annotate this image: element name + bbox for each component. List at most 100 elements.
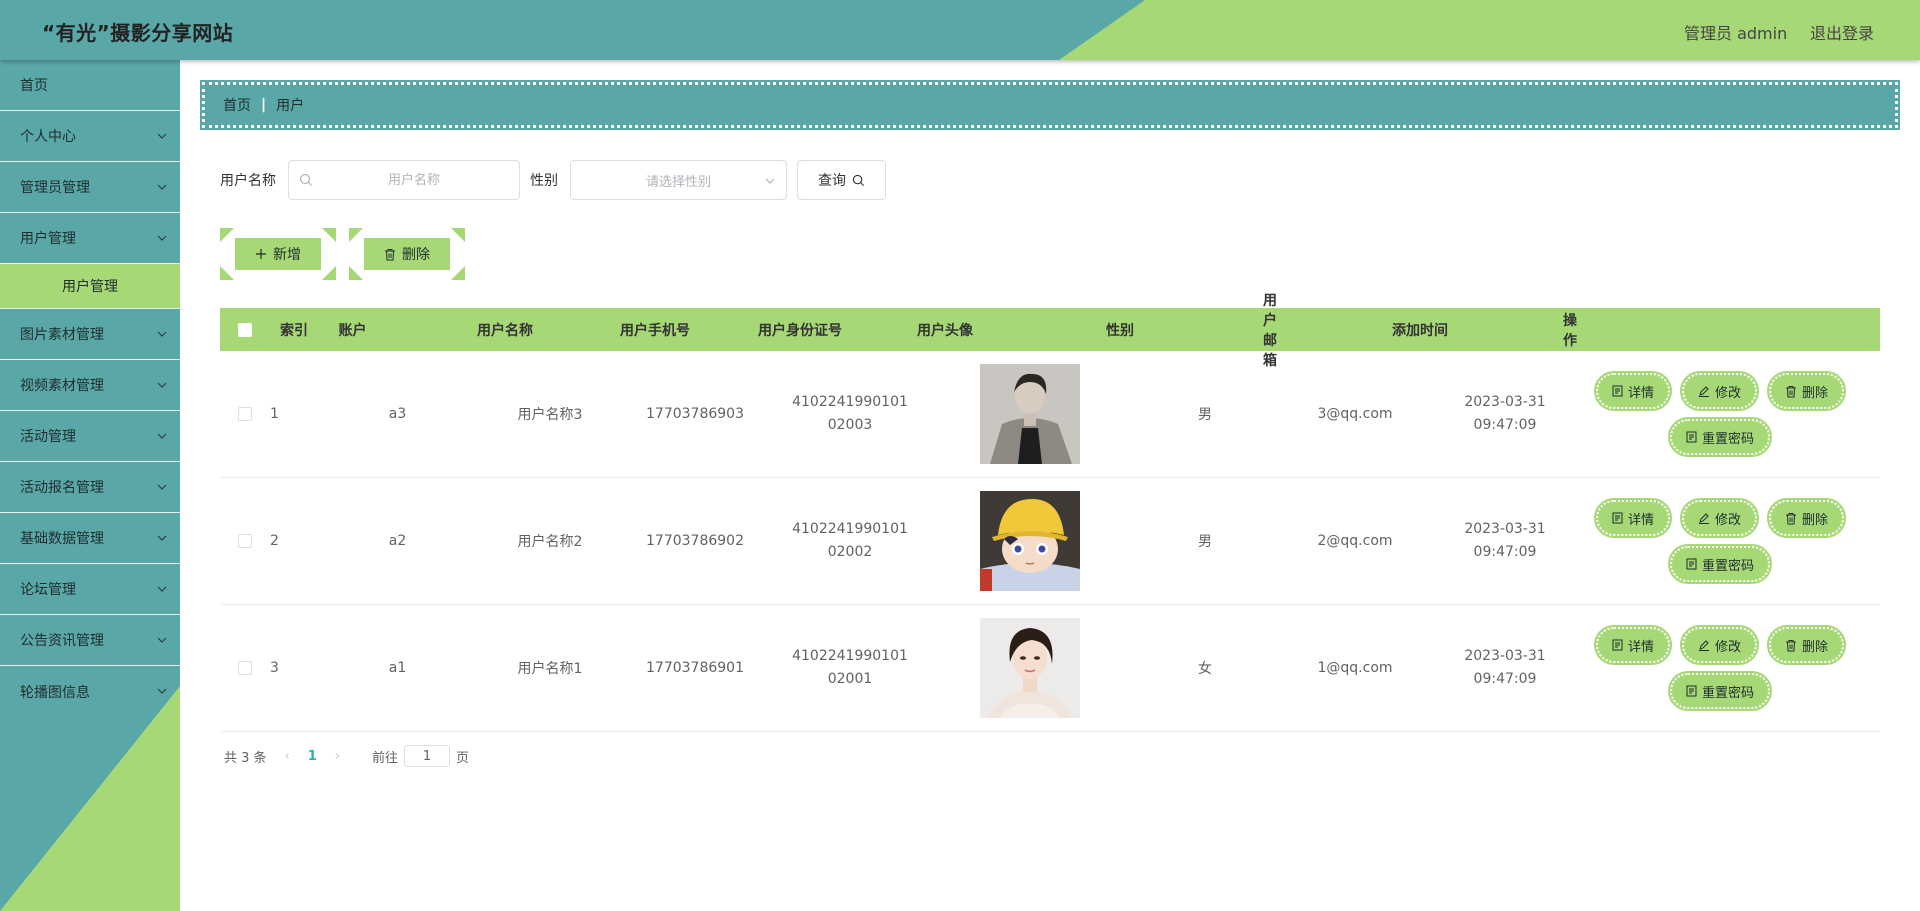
trash-icon (385, 248, 395, 260)
add-button[interactable]: 新增 (220, 228, 336, 280)
cell-idcard: 410224199010102002 (792, 521, 908, 560)
col-account: 账户 (338, 322, 367, 339)
gender-select-placeholder: 请选择性别 (645, 174, 711, 190)
corner-decoration (322, 228, 336, 242)
table-row: 1 a3 用户名称3 17703786903 41022419901010200… (220, 351, 1880, 478)
cell-index: 3 (270, 660, 279, 676)
page-suffix: 页 (456, 750, 470, 766)
sidebar-item-activity[interactable]: 活动管理 (0, 411, 180, 462)
row-checkbox[interactable] (238, 661, 252, 675)
chevron-down-icon (157, 586, 167, 592)
detail-button[interactable]: 详情 (1593, 371, 1672, 411)
search-icon (852, 174, 865, 186)
sidebar-item-label: 活动报名管理 (20, 480, 104, 496)
select-all-checkbox[interactable] (238, 322, 252, 337)
sidebar-item-image-material[interactable]: 图片素材管理 (0, 309, 180, 360)
breadcrumb-separator: | (261, 97, 267, 113)
corner-decoration (451, 266, 465, 280)
edit-icon (1698, 640, 1709, 651)
batch-delete-button-body: 删除 (364, 238, 450, 270)
reset-password-button[interactable]: 重置密码 (1667, 671, 1773, 711)
username-search-label: 用户名称 (220, 173, 276, 189)
sidebar-item-label: 活动管理 (20, 429, 76, 445)
trash-icon (1786, 385, 1796, 397)
row-checkbox[interactable] (238, 407, 252, 421)
sidebar-item-announcements[interactable]: 公告资讯管理 (0, 615, 180, 666)
sidebar-item-admin-management[interactable]: 管理员管理 (0, 162, 180, 213)
cell-gender: 男 (1198, 407, 1212, 423)
next-page-icon[interactable]: › (335, 749, 340, 764)
col-phone: 用户手机号 (620, 322, 690, 339)
table-row: 2 a2 用户名称2 17703786902 41022419901010200… (220, 478, 1880, 605)
sidebar-item-activity-signup[interactable]: 活动报名管理 (0, 462, 180, 513)
chevron-down-icon (157, 133, 167, 139)
prev-page-icon[interactable]: ‹ (285, 749, 290, 764)
sidebar-item-forum[interactable]: 论坛管理 (0, 564, 180, 615)
row-checkbox[interactable] (238, 534, 252, 548)
current-page[interactable]: 1 (308, 749, 317, 764)
delete-button[interactable]: 删除 (1766, 625, 1847, 665)
query-button[interactable]: 查询 (797, 160, 886, 200)
cell-phone: 17703786901 (646, 660, 744, 676)
chevron-down-icon (157, 535, 167, 541)
table-row: 3 a1 用户名称1 17703786901 41022419901010200… (220, 605, 1880, 732)
sidebar-item-home[interactable]: 首页 (0, 60, 180, 111)
detail-button[interactable]: 详情 (1593, 498, 1672, 538)
sidebar-item-carousel[interactable]: 轮播图信息 (0, 666, 180, 717)
sidebar-item-personal-center[interactable]: 个人中心 (0, 111, 180, 162)
add-button-body: 新增 (235, 238, 321, 270)
detail-button-label: 详情 (1627, 512, 1654, 528)
cell-phone: 17703786902 (646, 533, 744, 549)
document-icon (1612, 512, 1623, 524)
pagination: 共 3 条 ‹ 1 › 前往 页 (224, 745, 469, 767)
header-decoration (1059, 0, 1920, 60)
sidebar-item-label: 管理员管理 (20, 180, 90, 196)
breadcrumb-home[interactable]: 首页 (223, 95, 251, 115)
avatar-image[interactable] (980, 364, 1080, 464)
cell-account: a1 (388, 660, 407, 676)
col-time: 添加时间 (1392, 322, 1448, 339)
document-icon (1612, 385, 1623, 397)
sidebar-subitem-user-management[interactable]: 用户管理 (0, 264, 180, 309)
edit-button[interactable]: 修改 (1679, 371, 1760, 411)
sidebar-item-basic-data[interactable]: 基础数据管理 (0, 513, 180, 564)
chevron-down-icon (157, 382, 167, 388)
chevron-down-icon (157, 688, 167, 694)
edit-button[interactable]: 修改 (1679, 498, 1760, 538)
add-button-label: 新增 (273, 247, 301, 263)
chevron-down-icon (765, 178, 775, 184)
row-checkbox-cell (220, 407, 270, 421)
avatar-image[interactable] (980, 491, 1080, 591)
edit-icon (1698, 513, 1709, 524)
reset-password-button[interactable]: 重置密码 (1667, 417, 1773, 457)
reset-password-button-label: 重置密码 (1701, 431, 1754, 447)
avatar-image[interactable] (980, 618, 1080, 718)
cell-time: 2023-03-31 09:47:09 (1464, 521, 1546, 560)
sidebar-decoration (0, 686, 180, 911)
username-search-input[interactable] (319, 161, 509, 199)
gender-select[interactable]: 请选择性别 (570, 160, 787, 200)
detail-button[interactable]: 详情 (1593, 625, 1672, 665)
sidebar-item-label: 视频素材管理 (20, 378, 104, 394)
chevron-down-icon (157, 433, 167, 439)
row-checkbox-cell (220, 661, 270, 675)
edit-button[interactable]: 修改 (1679, 625, 1760, 665)
col-avatar: 用户头像 (917, 322, 973, 339)
corner-decoration (451, 228, 465, 242)
sidebar-item-user-management[interactable]: 用户管理 (0, 213, 180, 264)
corner-decoration (349, 228, 363, 242)
reset-password-button[interactable]: 重置密码 (1667, 544, 1773, 584)
ops-group: 详情 修改 删除 重置密码 (1580, 371, 1860, 457)
logout-link[interactable]: 退出登录 (1810, 20, 1874, 44)
delete-button-label: 删除 (1802, 385, 1829, 401)
sidebar-item-label: 首页 (20, 78, 48, 94)
delete-button[interactable]: 删除 (1766, 371, 1847, 411)
goto-page-input[interactable] (404, 745, 451, 767)
chevron-down-icon (157, 184, 167, 190)
batch-delete-button[interactable]: 删除 (349, 228, 465, 280)
reset-password-button-label: 重置密码 (1701, 685, 1754, 701)
delete-button[interactable]: 删除 (1766, 498, 1847, 538)
sidebar-item-video-material[interactable]: 视频素材管理 (0, 360, 180, 411)
sidebar-item-label: 个人中心 (20, 129, 76, 145)
cell-email: 3@qq.com (1317, 406, 1393, 422)
